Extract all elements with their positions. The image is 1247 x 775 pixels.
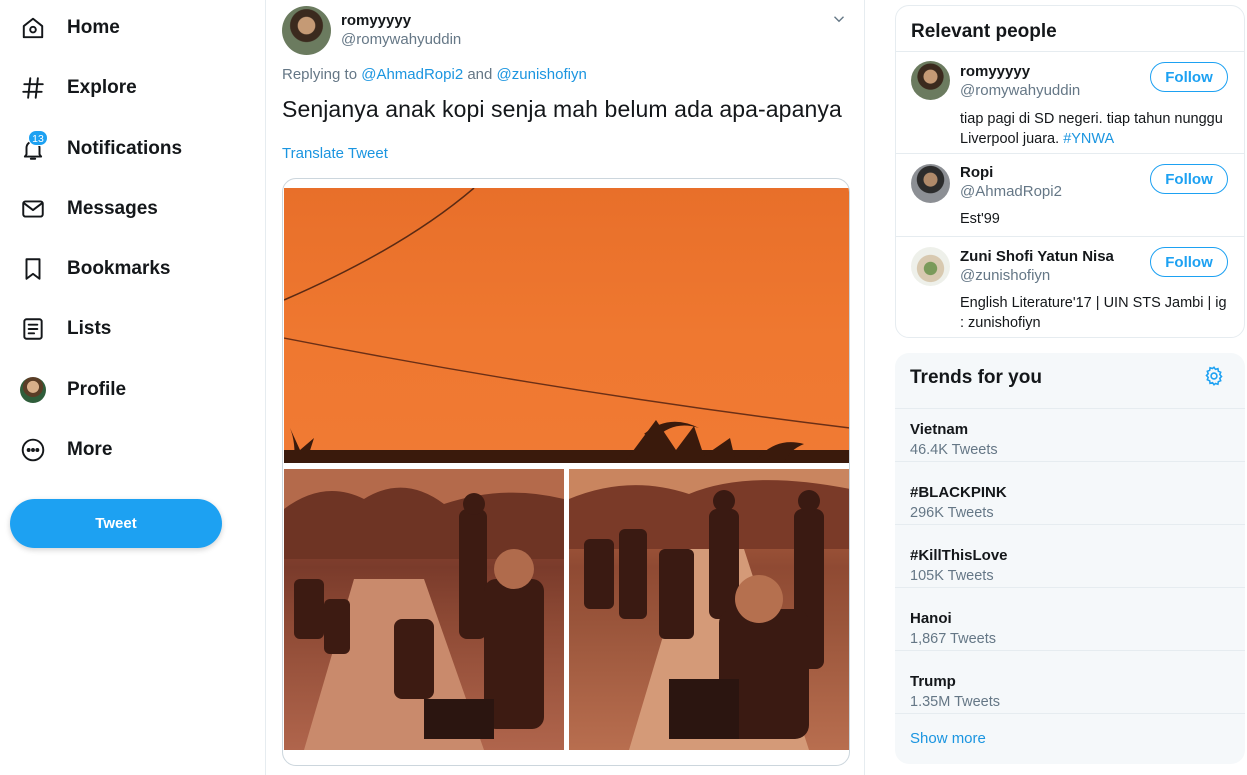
trends-card: Trends for you Vietnam 46.4K Tweets #BLA… [895,353,1245,764]
relevant-people-title: Relevant people [911,21,1057,42]
person-row[interactable]: romyyyyy @romywahyuddin tiap pagi di SD … [896,52,1244,153]
person-row[interactable]: Ropi @AhmadRopi2 Est'99 Follow [896,154,1244,236]
home-icon [18,13,48,43]
crowd-left-drawing [284,469,564,750]
divider [895,461,1245,462]
divider [895,587,1245,588]
crowd-right-drawing [569,469,849,750]
follow-button[interactable]: Follow [1150,247,1228,277]
divider [895,650,1245,651]
tweet-text: Senjanya anak kopi senja mah belum ada a… [282,96,842,122]
nav-profile[interactable]: Profile [18,368,126,412]
show-more-link[interactable]: Show more [910,730,986,747]
nav-lists-label: Lists [67,318,112,339]
sky-photo-drawing [284,188,849,463]
follow-button[interactable]: Follow [1150,164,1228,194]
trend-item[interactable]: #BLACKPINK 296K Tweets [895,472,1245,535]
hashtag-icon [18,73,48,103]
translate-tweet-link[interactable]: Translate Tweet [282,145,388,162]
avatar[interactable] [911,61,950,100]
nav-profile-label: Profile [67,379,127,400]
tweet-media[interactable] [282,178,850,766]
follow-button[interactable]: Follow [1150,62,1228,92]
person-handle[interactable]: @zunishofiyn [960,267,1050,284]
replying-joiner: and [467,66,493,83]
bookmark-icon [18,254,48,284]
primary-nav: Home Explore 13 Notifications Messages B… [0,0,265,775]
avatar[interactable] [911,247,950,286]
nav-notifications[interactable]: 13 Notifications [18,127,182,171]
tweet-button[interactable]: Tweet [10,499,222,548]
trend-item[interactable]: #KillThisLove 105K Tweets [895,535,1245,598]
divider [895,524,1245,525]
list-icon [18,314,48,344]
trend-name: #BLACKPINK [910,484,1007,501]
replying-prefix: Replying to [282,66,358,83]
hashtag-link[interactable]: #YNWA [1063,131,1114,147]
trend-count: 105K Tweets [910,568,994,584]
replying-to: Replying to @AhmadRopi2 and @zunishofiyn [282,66,587,83]
chevron-down-icon[interactable] [830,10,848,28]
tweet-detail: romyyyyy @romywahyuddin Replying to @Ahm… [265,0,865,775]
gear-icon[interactable] [1203,365,1225,387]
mention-link[interactable]: @AhmadRopi2 [361,66,463,83]
trend-item[interactable]: Trump 1.35M Tweets [895,661,1245,724]
divider [895,713,1245,714]
nav-more-label: More [67,439,113,460]
trend-name: #KillThisLove [910,547,1008,564]
relevant-people-card: Relevant people romyyyyy @romywahyuddin … [895,5,1245,338]
media-photo-crowd-left[interactable] [284,469,564,750]
nav-home-label: Home [67,17,120,38]
trend-count: 46.4K Tweets [910,442,998,458]
mention-link[interactable]: @zunishofiyn [497,66,587,83]
trend-name: Vietnam [910,421,969,438]
trend-item[interactable]: Hanoi 1,867 Tweets [895,598,1245,661]
trend-item[interactable]: Vietnam 46.4K Tweets [895,409,1245,472]
nav-home[interactable]: Home [18,6,120,50]
avatar [20,377,46,403]
author-handle[interactable]: @romywahyuddin [341,31,461,48]
notifications-badge: 13 [28,130,48,146]
trend-count: 1.35M Tweets [910,694,1001,710]
person-handle[interactable]: @AhmadRopi2 [960,183,1062,200]
trend-name: Trump [910,673,956,690]
bell-icon: 13 [18,130,48,164]
person-handle[interactable]: @romywahyuddin [960,82,1080,99]
nav-explore[interactable]: Explore [18,66,137,110]
nav-bookmarks-label: Bookmarks [67,258,171,279]
trend-count: 1,867 Tweets [910,631,996,647]
person-name[interactable]: Zuni Shofi Yatun Nisa [960,248,1114,265]
media-photo-sky[interactable] [284,188,849,463]
nav-explore-label: Explore [67,77,137,98]
nav-messages-label: Messages [67,198,158,219]
trends-title: Trends for you [910,367,1042,388]
person-name[interactable]: Ropi [960,164,993,181]
nav-notifications-label: Notifications [67,138,183,159]
person-row[interactable]: Zuni Shofi Yatun Nisa @zunishofiyn Engli… [896,237,1244,337]
person-name[interactable]: romyyyyy [960,63,1030,80]
envelope-icon [18,194,48,224]
person-bio: tiap pagi di SD negeri. tiap tahun nungg… [960,109,1230,149]
profile-avatar-wrap [18,375,48,405]
author-avatar[interactable] [282,6,331,55]
nav-bookmarks[interactable]: Bookmarks [18,247,171,291]
avatar[interactable] [911,164,950,203]
nav-messages[interactable]: Messages [18,187,158,231]
nav-more[interactable]: More [18,428,112,472]
trend-count: 296K Tweets [910,505,994,521]
person-bio: English Literature'17 | UIN STS Jambi | … [960,295,1227,331]
person-bio: Est'99 [960,211,1000,227]
author-name[interactable]: romyyyyy [341,12,411,29]
trend-name: Hanoi [910,610,952,627]
more-icon [18,435,48,465]
media-photo-crowd-right[interactable] [569,469,849,750]
nav-lists[interactable]: Lists [18,307,111,351]
